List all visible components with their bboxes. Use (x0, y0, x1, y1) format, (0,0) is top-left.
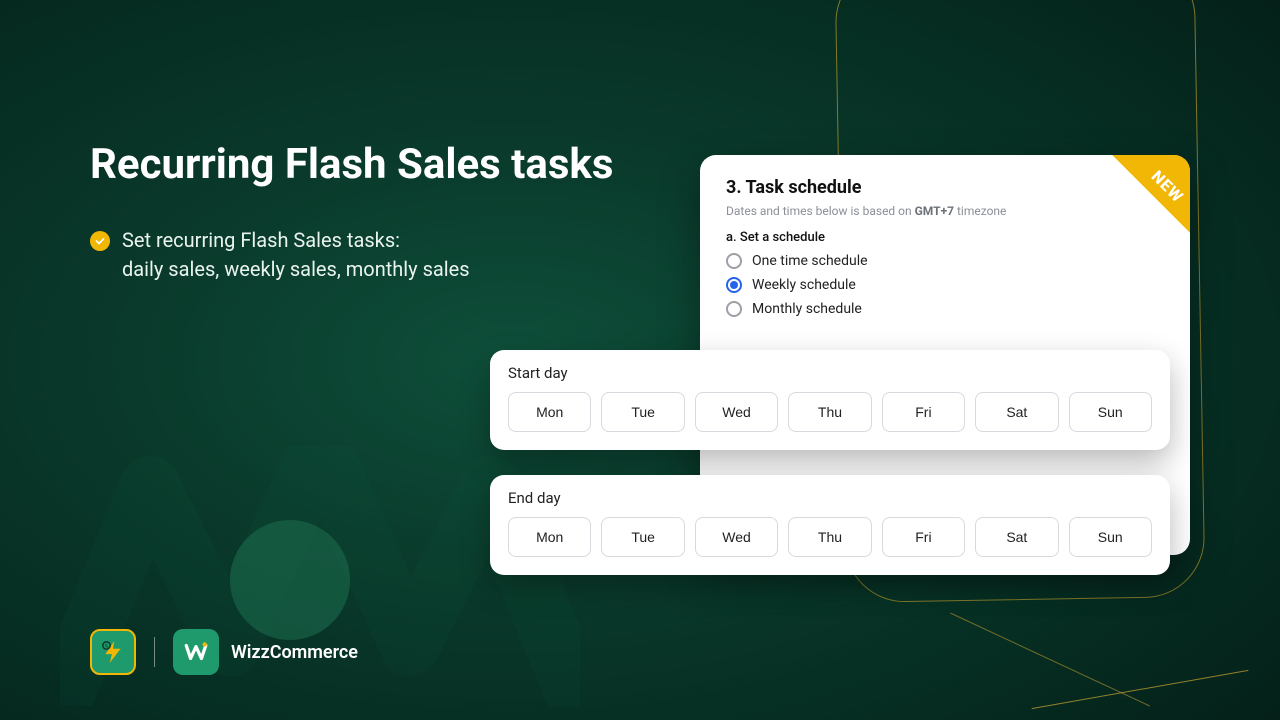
start-day-buttons: Mon Tue Wed Thu Fri Sat Sun (508, 392, 1152, 432)
end-day-label: End day (508, 489, 1152, 507)
start-day-tue[interactable]: Tue (601, 392, 684, 432)
new-ribbon: NEW (1080, 155, 1190, 265)
brand-block: WizzCommerce (173, 629, 358, 675)
end-day-mon[interactable]: Mon (508, 517, 591, 557)
start-day-mon[interactable]: Mon (508, 392, 591, 432)
end-day-sun[interactable]: Sun (1069, 517, 1152, 557)
svg-text:%: % (105, 644, 109, 650)
footer-divider (154, 637, 155, 667)
end-day-wed[interactable]: Wed (695, 517, 778, 557)
start-day-label: Start day (508, 364, 1152, 382)
end-day-panel: End day Mon Tue Wed Thu Fri Sat Sun (490, 475, 1170, 575)
radio-monthly-schedule[interactable]: Monthly schedule (726, 301, 1164, 317)
wizz-logo-icon (173, 629, 219, 675)
feature-bullet-line2: daily sales, weekly sales, monthly sales (122, 257, 470, 281)
timezone-value: GMT+7 (915, 204, 954, 218)
start-day-sun[interactable]: Sun (1069, 392, 1152, 432)
brand-name: WizzCommerce (231, 642, 358, 663)
end-day-thu[interactable]: Thu (788, 517, 871, 557)
timezone-note-prefix: Dates and times below is based on (726, 204, 915, 218)
background-line-1 (1032, 670, 1249, 709)
end-day-fri[interactable]: Fri (882, 517, 965, 557)
radio-weekly-schedule[interactable]: Weekly schedule (726, 277, 1164, 293)
start-day-fri[interactable]: Fri (882, 392, 965, 432)
feature-bullet-line1: Set recurring Flash Sales tasks: (122, 228, 400, 252)
feature-bullet: Set recurring Flash Sales tasks: daily s… (90, 226, 470, 284)
background-circle (230, 520, 350, 640)
end-day-buttons: Mon Tue Wed Thu Fri Sat Sun (508, 517, 1152, 557)
feature-bullet-text: Set recurring Flash Sales tasks: daily s… (122, 226, 470, 284)
footer-logos: % WizzCommerce (90, 629, 358, 675)
radio-label: One time schedule (752, 253, 868, 269)
end-day-sat[interactable]: Sat (975, 517, 1058, 557)
end-day-tue[interactable]: Tue (601, 517, 684, 557)
background-line-2 (950, 613, 1150, 707)
flash-sale-app-icon: % (90, 629, 136, 675)
radio-icon (726, 277, 742, 293)
page-title: Recurring Flash Sales tasks (90, 140, 613, 189)
start-day-wed[interactable]: Wed (695, 392, 778, 432)
lightning-icon: % (100, 639, 126, 665)
timezone-note-suffix: timezone (954, 204, 1006, 218)
radio-label: Weekly schedule (752, 277, 856, 293)
radio-label: Monthly schedule (752, 301, 862, 317)
start-day-panel: Start day Mon Tue Wed Thu Fri Sat Sun (490, 350, 1170, 450)
radio-icon (726, 253, 742, 269)
check-circle-icon (90, 231, 110, 251)
start-day-thu[interactable]: Thu (788, 392, 871, 432)
radio-icon (726, 301, 742, 317)
start-day-sat[interactable]: Sat (975, 392, 1058, 432)
